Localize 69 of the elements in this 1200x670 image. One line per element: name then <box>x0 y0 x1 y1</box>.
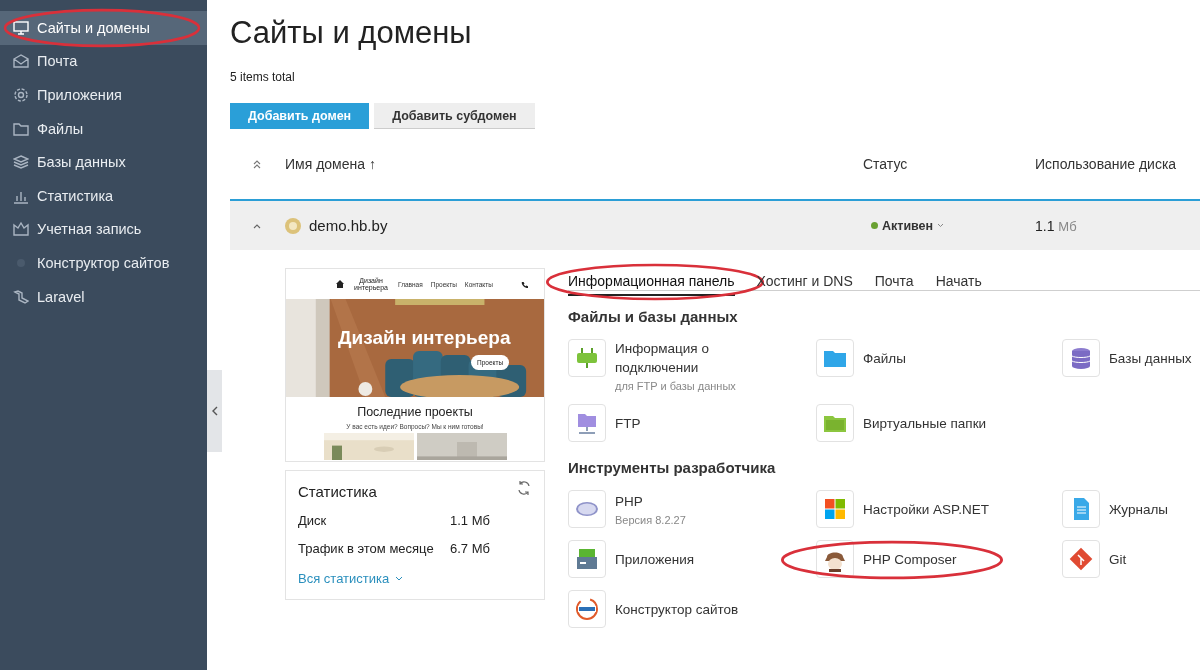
tab[interactable]: Начать <box>935 273 982 294</box>
tool-link[interactable]: PHP <box>615 492 686 511</box>
tool-link[interactable]: Git <box>1109 549 1127 569</box>
tool-link[interactable]: Информация о подключении <box>615 339 755 377</box>
database-icon[interactable] <box>1062 339 1100 377</box>
card-title: Статистика <box>298 483 377 500</box>
caret-icon[interactable] <box>937 223 945 228</box>
tool-link[interactable]: Журналы <box>1109 499 1168 519</box>
tab[interactable]: Почта <box>874 273 914 294</box>
tool-link[interactable]: Конструктор сайтов <box>615 599 739 619</box>
tool-link[interactable]: Виртуальные папки <box>863 413 987 433</box>
tool-link[interactable]: FTP <box>615 413 641 433</box>
monitor-icon <box>13 19 29 36</box>
tool-link[interactable]: Базы данных <box>1109 348 1192 368</box>
section-title: Последние проекты <box>356 405 474 419</box>
column-header[interactable]: Использование диска <box>1035 156 1177 172</box>
chevron-left-icon <box>210 406 219 416</box>
section-heading: Инструменты разработчика <box>568 459 777 476</box>
sidebar-item[interactable]: Учетная запись <box>0 212 207 247</box>
stat-value: 1.1 Мб <box>450 513 490 528</box>
phone-icon <box>521 280 528 288</box>
caret-icon[interactable] <box>395 576 404 581</box>
tool-description: Версия 8.2.27 <box>615 514 686 526</box>
network-folder-icon[interactable] <box>568 404 606 442</box>
sidebar-item[interactable]: Почта <box>0 44 207 79</box>
sidebar-item[interactable]: Конструктор сайтов <box>0 246 207 280</box>
tool-link[interactable]: Файлы <box>863 348 906 368</box>
all-statistics-link[interactable]: Вся статистика <box>298 571 404 586</box>
column-header[interactable]: Статус <box>863 156 1035 172</box>
stat-label: Трафик в этом месяце <box>298 541 435 556</box>
sidebar-item[interactable]: Файлы <box>0 111 207 146</box>
stat-value: 6.7 Мб <box>450 541 490 556</box>
tool-description: для FTP и базы данных <box>615 380 737 392</box>
tool-link[interactable]: Приложения <box>615 549 694 569</box>
plug-icon[interactable] <box>568 339 606 377</box>
disk-usage: 1.1 Мб <box>1035 217 1077 234</box>
sidebar-item[interactable]: Приложения <box>0 78 207 112</box>
folder-icon <box>13 120 29 137</box>
layers-icon <box>13 154 29 171</box>
crown-icon <box>13 221 29 238</box>
column-header[interactable]: Имя домена ↑ <box>285 156 863 172</box>
collapse-all-icon[interactable] <box>252 159 262 169</box>
windows-tiles-icon[interactable] <box>816 490 854 528</box>
sidebar-item[interactable]: Базы данных <box>0 145 207 179</box>
add-subdomain-button[interactable]: Добавить субдомен <box>374 103 535 129</box>
stat-label: Диск <box>298 513 328 528</box>
refresh-icon[interactable] <box>516 480 532 496</box>
laravel-icon <box>13 288 29 305</box>
box-icon[interactable] <box>568 540 606 578</box>
sidebar-item[interactable]: Laravel <box>0 279 207 314</box>
document-icon[interactable] <box>1062 490 1100 528</box>
folder-icon[interactable] <box>816 339 854 377</box>
tool-link[interactable]: Настройки ASP.NET <box>863 499 989 519</box>
status-dropdown[interactable]: Активен <box>871 218 1035 233</box>
site-favicon-icon <box>285 217 301 234</box>
page-title: Сайты и домены <box>230 14 473 52</box>
items-count: 5 items total <box>230 70 296 84</box>
hero-title: Дизайн интерьера <box>338 327 511 349</box>
logo-icon[interactable] <box>568 590 606 628</box>
home-icon <box>336 280 344 288</box>
folder-icon[interactable] <box>816 404 854 442</box>
collapse-handle[interactable] <box>207 370 222 452</box>
section-heading: Файлы и базы данных <box>568 308 739 325</box>
git-icon[interactable] <box>1062 540 1100 578</box>
status-dot <box>871 222 878 229</box>
domain-row[interactable]: demo.hb.by Активен 1.1 Мб <box>230 199 1200 250</box>
domain-name[interactable]: demo.hb.by <box>309 217 388 234</box>
sidebar-item[interactable]: Статистика <box>0 178 207 213</box>
envelope-icon <box>13 53 29 70</box>
